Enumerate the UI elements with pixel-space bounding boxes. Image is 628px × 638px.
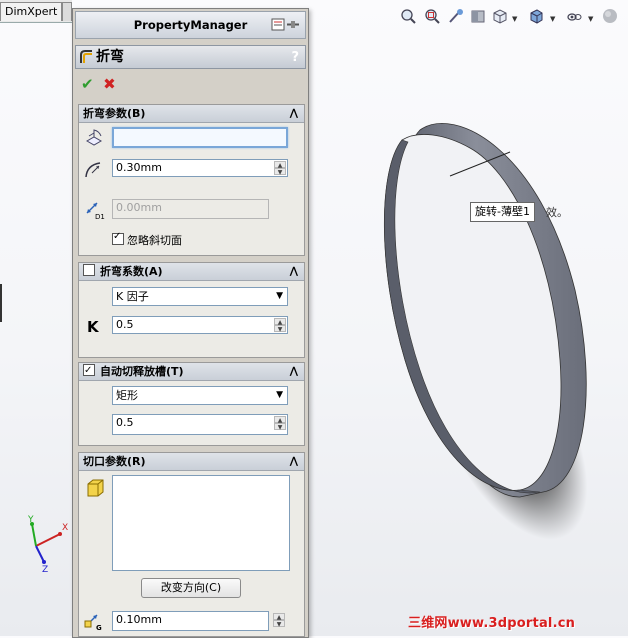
bend-allowance-checkbox[interactable] <box>83 264 95 276</box>
chevron-down-icon: ▼ <box>276 291 283 301</box>
auto-relief-checkbox[interactable] <box>83 362 95 379</box>
rip-edges-listbox[interactable] <box>112 475 290 571</box>
rip-gap-input[interactable]: 0.10mm <box>112 611 269 631</box>
ok-cancel-row: ✔ ✖ <box>81 75 116 93</box>
group-bend-allowance-header[interactable]: 折弯系数(A) ⋀ <box>79 263 304 281</box>
model-viewport[interactable] <box>360 100 628 600</box>
hide-show-dropdown-icon[interactable]: ▼ <box>588 15 593 23</box>
help-icon[interactable]: ? <box>291 47 299 69</box>
relief-ratio-input[interactable]: 0.5 ▲ ▼ <box>112 414 288 435</box>
k-factor-label: K <box>87 318 99 336</box>
bend-allowance-type-value: K 因子 <box>116 290 149 303</box>
chevron-down-icon: ▼ <box>276 390 283 400</box>
group-bend-allowance: 折弯系数(A) ⋀ K 因子 ▼ K 0.5 ▲ ▼ <box>78 262 305 358</box>
cancel-x-icon[interactable]: ✖ <box>103 75 116 93</box>
edge-selection-icon <box>87 479 104 497</box>
group-rip-params: 切口参数(R) ⋀ 改变方向(C) G 0.10mm ▲ ▼ <box>78 452 305 637</box>
appearance-icon[interactable] <box>602 8 618 24</box>
fixed-face-icon <box>85 129 103 146</box>
relief-ratio-value: 0.5 <box>116 416 134 429</box>
group-rip-params-header[interactable]: 切口参数(R) ⋀ <box>79 453 304 471</box>
bend-radius-icon <box>85 162 101 178</box>
view-orientation-dropdown-icon[interactable]: ▼ <box>512 15 517 23</box>
relief-type-select[interactable]: 矩形 ▼ <box>112 386 288 405</box>
thickness-label: D1 <box>95 213 105 221</box>
zoom-area-icon[interactable] <box>424 8 440 24</box>
watermark: 三维网www.3dportal.cn <box>408 616 576 631</box>
display-style-dropdown-icon[interactable]: ▼ <box>550 15 555 23</box>
group-auto-relief-header[interactable]: 自动切释放槽(T) ⋀ <box>79 362 304 381</box>
group-bend-params-header[interactable]: 折弯参数(B) ⋀ <box>79 105 304 123</box>
pm-title: PropertyManager <box>133 18 248 32</box>
ignore-bevel-checkbox[interactable]: 忽略斜切面 <box>112 231 182 248</box>
rip-gap-spinner[interactable]: ▲ ▼ <box>273 613 285 628</box>
bend-allowance-type-select[interactable]: K 因子 ▼ <box>112 287 288 306</box>
group-auto-relief: 自动切释放槽(T) ⋀ 矩形 ▼ 0.5 ▲▼ <box>78 362 305 446</box>
group-bend-allowance-title: 折弯系数(A) <box>100 265 163 278</box>
rip-gap-label: G <box>96 624 102 632</box>
change-direction-button[interactable]: 改变方向(C) <box>141 578 241 598</box>
group-auto-relief-title: 自动切释放槽(T) <box>100 365 184 378</box>
tab-strip: DimXpert <box>0 0 72 23</box>
collapse-chevron-icon[interactable]: ⋀ <box>290 453 298 470</box>
group-rip-params-title: 切口参数(R) <box>83 455 146 468</box>
k-factor-spinner[interactable]: ▲ ▼ <box>274 318 286 333</box>
bend-radius-spinner[interactable]: ▲ ▼ <box>274 161 286 176</box>
collapse-chevron-icon[interactable]: ⋀ <box>290 105 298 122</box>
tooltip-tail: 效。 <box>546 206 568 219</box>
bend-radius-input[interactable]: 0.30mm ▲ ▼ <box>112 159 288 177</box>
hide-show-icon[interactable] <box>566 8 582 24</box>
tab-more[interactable] <box>62 2 72 21</box>
section-view-icon[interactable] <box>470 8 486 24</box>
fixed-face-input[interactable] <box>112 127 288 148</box>
triad-x-label: X <box>62 523 68 533</box>
triad-z-label: Z <box>42 565 48 574</box>
viewport-edge-mark <box>0 284 2 322</box>
view-orientation-icon[interactable] <box>492 8 508 24</box>
tab-dimxpert[interactable]: DimXpert <box>0 2 63 21</box>
zoom-fit-icon[interactable] <box>400 8 416 24</box>
relief-ratio-spinner[interactable]: ▲ ▼ <box>274 416 286 431</box>
thickness-input: 0.00mm <box>112 199 269 219</box>
k-factor-input[interactable]: 0.5 ▲ ▼ <box>112 316 288 334</box>
previous-view-icon[interactable] <box>448 8 464 24</box>
triad-icon: X Y Z <box>27 515 68 574</box>
rip-gap-value: 0.10mm <box>116 613 162 626</box>
pm-title-bar: PropertyManager <box>75 11 306 39</box>
collapse-chevron-icon[interactable]: ⋀ <box>290 363 298 380</box>
pm-pin-icon[interactable] <box>271 18 301 31</box>
triad-y-label: Y <box>27 515 34 525</box>
relief-type-value: 矩形 <box>116 389 138 402</box>
feature-header: 折弯 ? <box>75 45 306 69</box>
collapse-chevron-icon[interactable]: ⋀ <box>290 263 298 280</box>
k-factor-value: 0.5 <box>116 318 134 331</box>
ignore-bevel-checkbox-box[interactable] <box>112 231 124 245</box>
group-bend-params: 折弯参数(B) ⋀ 0.30mm ▲▼ D1 0.00mm 忽略斜切面 <box>78 104 305 256</box>
sheet-metal-bend-icon <box>80 50 92 63</box>
bend-radius-value: 0.30mm <box>116 161 162 174</box>
display-style-icon[interactable] <box>528 8 544 24</box>
property-manager: PropertyManager 折弯 ? ✔ ✖ 折弯参数(B) ⋀ 0.30m… <box>72 8 309 638</box>
group-bend-params-title: 折弯参数(B) <box>83 107 146 120</box>
tooltip: 旋转-薄壁1 <box>470 202 535 222</box>
ignore-bevel-label: 忽略斜切面 <box>127 234 182 247</box>
ring-inner-hole <box>383 134 562 491</box>
ok-check-icon[interactable]: ✔ <box>81 75 94 93</box>
feature-name: 折弯 <box>96 49 124 65</box>
